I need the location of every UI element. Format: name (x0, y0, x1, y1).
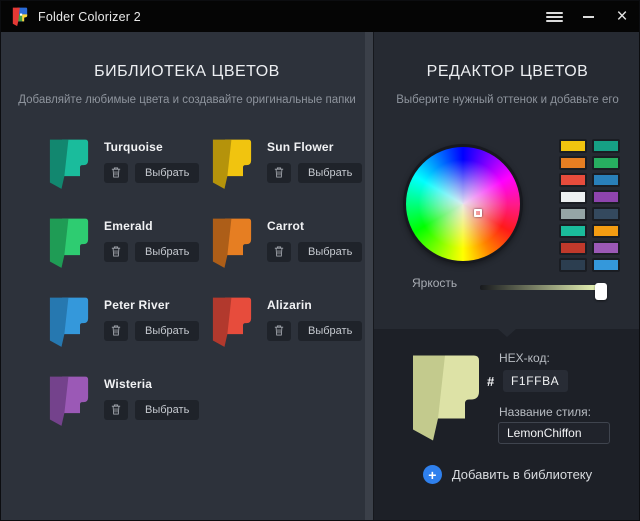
delete-color-button[interactable] (267, 163, 291, 183)
window-title: Folder Colorizer 2 (38, 10, 141, 24)
delete-color-button[interactable] (104, 400, 128, 420)
color-swatch[interactable] (592, 258, 620, 272)
library-subtitle: Добавляйте любимые цвета и создавайте ор… (1, 94, 373, 106)
color-name: Carrot (267, 219, 362, 233)
trash-icon (111, 324, 121, 339)
swatch-grid (559, 139, 620, 272)
hamburger-icon (546, 10, 563, 24)
color-swatch[interactable] (592, 190, 620, 204)
style-name-label: Название стиля: (499, 405, 591, 419)
delete-color-button[interactable] (104, 163, 128, 183)
add-to-library-label: Добавить в библиотеку (452, 467, 592, 482)
color-swatch[interactable] (592, 156, 620, 170)
library-item: Turquoise Выбрать (47, 137, 210, 216)
color-swatch[interactable] (592, 173, 620, 187)
folder-icon (47, 216, 91, 271)
window-controls: × (537, 1, 639, 32)
library-item: Wisteria Выбрать (47, 374, 210, 453)
folder-icon (47, 374, 91, 429)
trash-icon (274, 245, 284, 260)
editor-title: РЕДАКТОР ЦВЕТОВ (374, 63, 640, 81)
delete-color-button[interactable] (104, 242, 128, 262)
color-name: Sun Flower (267, 140, 362, 154)
plus-icon: + (423, 465, 442, 484)
trash-icon (274, 166, 284, 181)
minimize-button[interactable] (571, 1, 605, 32)
minimize-icon (583, 16, 594, 18)
select-color-button[interactable]: Выбрать (135, 321, 199, 341)
folder-preview-icon (408, 352, 484, 445)
color-wheel-cursor[interactable] (474, 209, 482, 217)
select-color-button[interactable]: Выбрать (135, 242, 199, 262)
editor-result-section: HEX-код: # Название стиля: + Добавить в … (374, 329, 640, 521)
color-editor-panel: РЕДАКТОР ЦВЕТОВ Выберите нужный оттенок … (373, 32, 640, 521)
select-color-button[interactable]: Выбрать (298, 242, 362, 262)
editor-subtitle: Выберите нужный оттенок и добавьте его (374, 94, 640, 106)
folder-icon (47, 295, 91, 350)
library-grid: TurquoiseВыбратьSun FlowerВыбратьEmerald… (47, 137, 373, 453)
folder-icon (47, 137, 91, 192)
menu-button[interactable] (537, 1, 571, 32)
library-item: Sun Flower Выбрать (210, 137, 373, 216)
brightness-label: Яркость (412, 276, 457, 290)
color-swatch[interactable] (592, 139, 620, 153)
hex-prefix: # (487, 374, 494, 389)
folder-icon (210, 137, 254, 192)
hex-label: HEX-код: (499, 351, 550, 365)
trash-icon (111, 166, 121, 181)
delete-color-button[interactable] (267, 321, 291, 341)
delete-color-button[interactable] (267, 242, 291, 262)
color-wheel[interactable] (403, 144, 523, 264)
color-name: Turquoise (104, 140, 199, 154)
library-item: Carrot Выбрать (210, 216, 373, 295)
app-logo-icon (11, 7, 29, 27)
close-icon: × (616, 7, 627, 26)
folder-icon (210, 216, 254, 271)
folder-icon (210, 295, 254, 350)
trash-icon (111, 245, 121, 260)
color-name: Wisteria (104, 377, 199, 391)
hex-input[interactable] (503, 370, 568, 392)
color-swatch[interactable] (592, 207, 620, 221)
add-to-library-button[interactable]: + Добавить в библиотеку (374, 465, 640, 484)
color-swatch[interactable] (592, 241, 620, 255)
trash-icon (274, 324, 284, 339)
color-swatch[interactable] (559, 173, 587, 187)
close-button[interactable]: × (605, 1, 639, 32)
color-swatch[interactable] (559, 241, 587, 255)
color-name: Peter River (104, 298, 199, 312)
select-color-button[interactable]: Выбрать (298, 321, 362, 341)
color-library-panel: БИБЛИОТЕКА ЦВЕТОВ Добавляйте любимые цве… (1, 32, 373, 521)
color-swatch[interactable] (559, 190, 587, 204)
library-item: Peter River Выбрать (47, 295, 210, 374)
brightness-slider-track[interactable] (480, 285, 604, 290)
library-title: БИБЛИОТЕКА ЦВЕТОВ (1, 63, 373, 81)
style-name-input[interactable] (498, 422, 610, 444)
select-color-button[interactable]: Выбрать (135, 400, 199, 420)
select-color-button[interactable]: Выбрать (298, 163, 362, 183)
color-swatch[interactable] (559, 156, 587, 170)
color-swatch[interactable] (559, 207, 587, 221)
scrollbar[interactable] (365, 32, 373, 521)
titlebar: Folder Colorizer 2 × (1, 1, 639, 32)
brightness-slider-thumb[interactable] (595, 283, 607, 300)
delete-color-button[interactable] (104, 321, 128, 341)
select-color-button[interactable]: Выбрать (135, 163, 199, 183)
color-swatch[interactable] (559, 258, 587, 272)
section-notch (498, 329, 516, 337)
color-swatch[interactable] (592, 224, 620, 238)
library-item: Emerald Выбрать (47, 216, 210, 295)
color-name: Alizarin (267, 298, 362, 312)
library-item: Alizarin Выбрать (210, 295, 373, 374)
app-window: Folder Colorizer 2 × БИБЛИОТЕКА ЦВЕТОВ Д… (0, 0, 640, 521)
color-swatch[interactable] (559, 139, 587, 153)
color-swatch[interactable] (559, 224, 587, 238)
trash-icon (111, 403, 121, 418)
color-name: Emerald (104, 219, 199, 233)
